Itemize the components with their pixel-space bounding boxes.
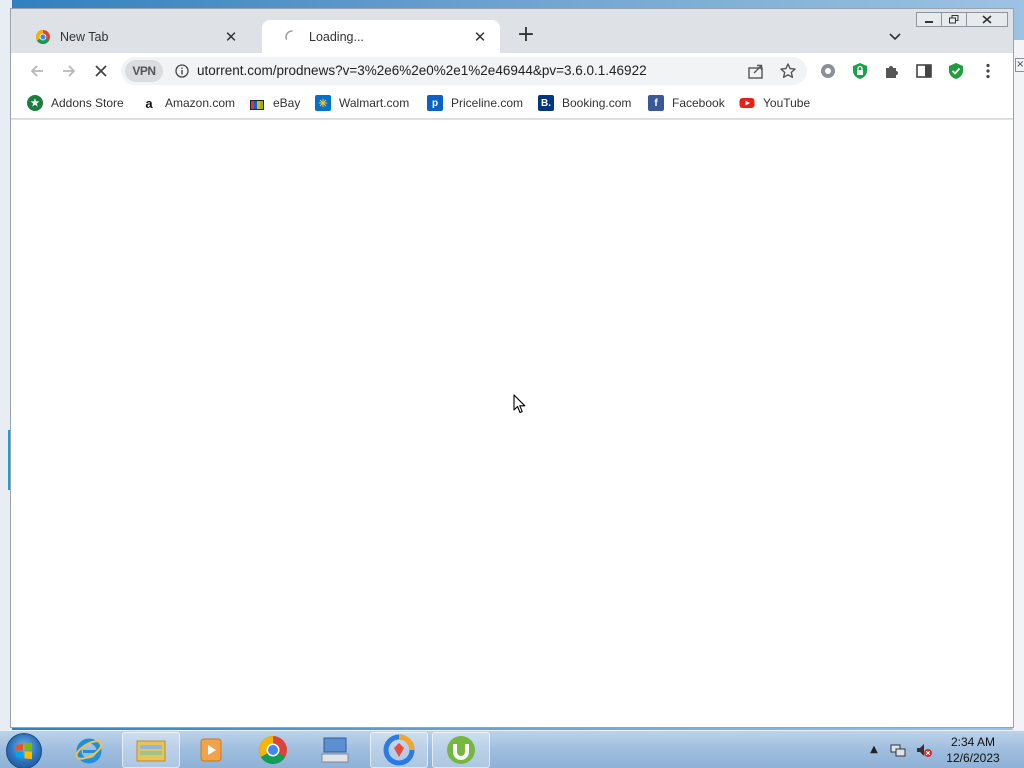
internet-explorer-icon: [75, 738, 103, 764]
media-player-icon: [200, 738, 222, 762]
share-icon[interactable]: [747, 62, 765, 80]
bookmark-label: Facebook: [672, 96, 725, 110]
volume-muted-icon[interactable]: [916, 742, 932, 758]
close-window-button[interactable]: [966, 12, 1008, 27]
taskbar-clock[interactable]: 2:34 AM 12/6/2023: [938, 734, 1008, 766]
browser-toolbar: VPN utorrent.com/prodnews?v=3%2e6%2e0%2e…: [11, 53, 1013, 89]
bookmark-ebay[interactable]: eBay: [249, 95, 300, 111]
bookmark-booking[interactable]: B. Booking.com: [538, 95, 631, 111]
windows-logo-icon: [16, 742, 32, 760]
addons-store-icon: ★: [27, 95, 43, 111]
taskbar: ▲ 2:34 AM 12/6/2023: [0, 730, 1024, 768]
extensions-puzzle-icon[interactable]: [883, 62, 901, 80]
folder-icon: [136, 740, 166, 762]
bookmark-star-icon[interactable]: [779, 62, 797, 80]
tab-new-tab[interactable]: New Tab ✕: [13, 20, 251, 53]
forward-arrow-icon[interactable]: [59, 61, 79, 81]
start-button[interactable]: [6, 733, 42, 768]
minimize-icon: [925, 20, 933, 23]
bookmark-label: YouTube: [763, 96, 811, 110]
extension-lock-shield-icon[interactable]: [851, 62, 869, 80]
stop-loading-icon[interactable]: [91, 61, 111, 81]
bookmark-facebook[interactable]: f Facebook: [648, 95, 725, 111]
tab-search-chevron-icon[interactable]: [885, 26, 905, 46]
menu-kebab-icon[interactable]: [979, 62, 997, 80]
amazon-icon: a: [145, 95, 153, 111]
browser-logo-icon: [36, 29, 50, 44]
taskbar-chrome[interactable]: [244, 732, 302, 768]
tab-title: New Tab: [60, 29, 109, 44]
minimize-button[interactable]: [916, 12, 942, 27]
bookmark-label: Walmart.com: [339, 96, 410, 110]
page-content[interactable]: [11, 120, 1013, 727]
bookmark-label: Addons Store: [51, 96, 124, 110]
priceline-icon: p: [427, 95, 443, 111]
taskbar-keyboard-settings[interactable]: [306, 732, 364, 768]
facebook-icon: f: [648, 95, 664, 111]
tab-title: Loading...: [309, 29, 364, 44]
bookmark-label: Priceline.com: [451, 96, 524, 110]
utorrent-icon: [447, 736, 475, 764]
clock-date: 12/6/2023: [946, 751, 1000, 765]
extension-shield-gear-icon[interactable]: [819, 62, 837, 80]
taskbar-media-player[interactable]: [182, 732, 240, 768]
bookmarks-bar: ★ Addons Store a Amazon.com eBay ✳ Walma…: [11, 89, 1013, 119]
bookmark-priceline[interactable]: p Priceline.com: [427, 95, 523, 111]
network-icon[interactable]: [890, 742, 906, 758]
clock-time: 2:34 AM: [950, 735, 996, 749]
vpn-button[interactable]: VPN: [125, 60, 163, 82]
taskbar-internet-explorer[interactable]: [60, 732, 118, 768]
walmart-icon: ✳: [315, 95, 331, 111]
taskbar-utorrent[interactable]: [432, 732, 490, 768]
restore-button[interactable]: [941, 12, 967, 27]
close-icon: [982, 15, 992, 24]
address-bar[interactable]: VPN utorrent.com/prodnews?v=3%2e6%2e0%2e…: [121, 57, 807, 85]
security-check-icon[interactable]: [947, 62, 965, 80]
site-info-icon[interactable]: [175, 64, 189, 78]
background-window-close-icon[interactable]: ×: [1015, 58, 1024, 72]
loading-spinner-icon: [285, 29, 293, 40]
tab-close-icon[interactable]: ✕: [223, 28, 239, 46]
bookmark-walmart[interactable]: ✳ Walmart.com: [315, 95, 409, 111]
back-arrow-icon[interactable]: [27, 61, 47, 81]
bookmark-label: Booking.com: [562, 96, 632, 110]
keyboard-monitor-icon: [321, 737, 349, 763]
ccleaner-browser-icon: [383, 734, 415, 766]
tab-strip: New Tab ✕ Loading... ✕ +: [11, 9, 1013, 53]
ebay-icon: [250, 100, 264, 110]
tab-close-icon[interactable]: ✕: [472, 28, 488, 46]
bookmark-amazon[interactable]: a Amazon.com: [141, 95, 235, 111]
booking-icon: B.: [538, 95, 554, 111]
bookmark-label: Amazon.com: [165, 96, 236, 110]
bookmark-label: eBay: [273, 96, 301, 110]
restore-icon: [949, 15, 959, 24]
window-controls: [916, 12, 1008, 28]
taskbar-ccleaner-browser[interactable]: [370, 732, 428, 768]
new-tab-button[interactable]: +: [513, 23, 539, 49]
url-text[interactable]: utorrent.com/prodnews?v=3%2e6%2e0%2e1%2e…: [197, 63, 647, 78]
youtube-icon: [739, 98, 755, 108]
chrome-icon: [259, 736, 287, 764]
bookmark-addons-store[interactable]: ★ Addons Store: [27, 95, 124, 111]
browser-window: New Tab ✕ Loading... ✕ + VPN utorrent.co…: [10, 8, 1014, 728]
show-hidden-icons-icon[interactable]: ▲: [866, 742, 882, 758]
tab-loading[interactable]: Loading... ✕: [262, 20, 500, 53]
taskbar-file-explorer[interactable]: [122, 732, 180, 768]
side-panel-icon[interactable]: [915, 62, 933, 80]
mouse-cursor-icon: [513, 394, 526, 414]
bookmark-youtube[interactable]: YouTube: [739, 95, 810, 111]
